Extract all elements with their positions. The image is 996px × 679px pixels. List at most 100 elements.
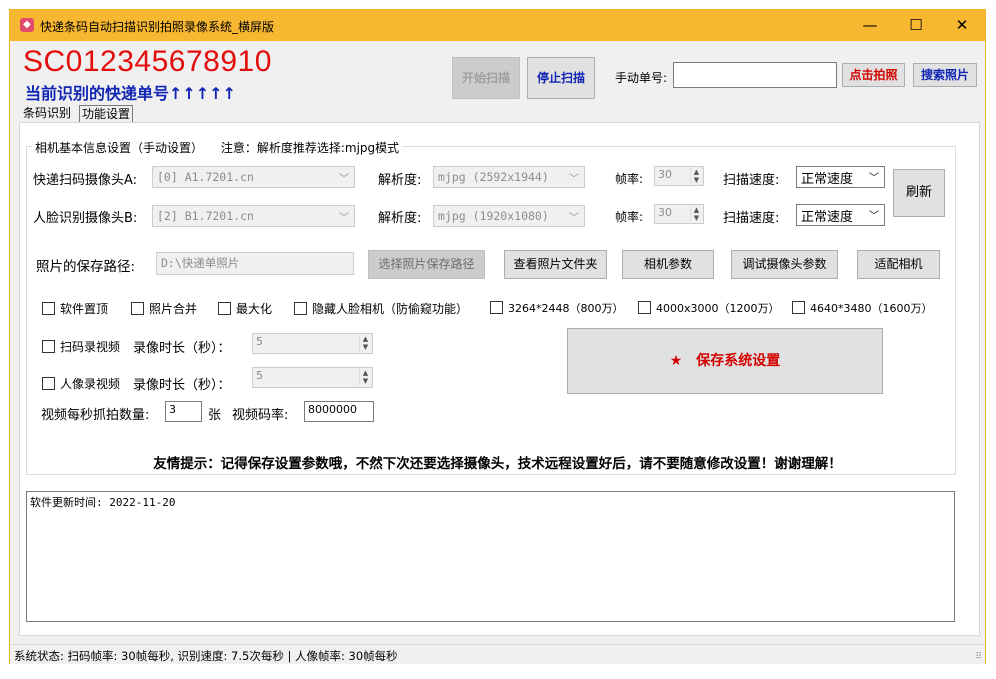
checkbox-box[interactable]: [490, 301, 503, 314]
refresh-button[interactable]: 刷新: [893, 169, 945, 217]
manual-number-label: 手动单号:: [615, 71, 668, 85]
checkbox-res-8mp[interactable]: 3264*2448（800万）: [490, 300, 623, 316]
friendly-tip: 友情提示：记得保存设置参数哦，不然下次还要选择摄像头，技术远程设置好后，请不要随…: [153, 456, 842, 472]
debug-camera-params-button[interactable]: 调试摄像头参数: [731, 250, 838, 279]
app-window: ◆ 快递条码自动扫描识别拍照录像系统_横屏版 — ☐ ✕ SC012345678…: [9, 9, 986, 664]
chevron-down-icon: ﹀: [569, 174, 579, 185]
resize-grip-icon[interactable]: ⠿: [975, 652, 982, 662]
fps-a-spinner[interactable]: 30 ▲ ▼: [654, 166, 704, 186]
scan-speed-a-label: 扫描速度:: [723, 173, 780, 188]
capture-unit: 张: [208, 408, 222, 423]
capture-per-sec-input[interactable]: 3: [165, 401, 202, 422]
checkbox-merge-photos[interactable]: 照片合并: [131, 300, 197, 317]
checkbox-box[interactable]: [42, 302, 55, 315]
maximize-button[interactable]: ☐: [893, 10, 939, 41]
spinner-arrows-icon[interactable]: ▲ ▼: [359, 335, 371, 351]
checkbox-box[interactable]: [792, 301, 805, 314]
tab-barcode[interactable]: 条码识别: [21, 105, 73, 122]
fps-b-label: 帧率:: [615, 210, 644, 224]
bitrate-input[interactable]: 8000000: [304, 401, 374, 422]
manual-number-input[interactable]: [673, 62, 837, 88]
checkbox-label: 4640*3480（1600万）: [810, 302, 933, 315]
choose-path-button[interactable]: 选择照片保存路径: [368, 250, 485, 279]
checkbox-box[interactable]: [42, 340, 55, 353]
minimize-button[interactable]: —: [847, 10, 893, 41]
adapt-camera-button[interactable]: 适配相机: [857, 250, 940, 279]
checkbox-label: 人像录视频: [60, 377, 121, 391]
resolution-a-label: 解析度:: [378, 173, 422, 188]
stop-scan-button[interactable]: 停止扫描: [527, 57, 595, 99]
close-button[interactable]: ✕: [939, 10, 985, 41]
log-textarea[interactable]: 软件更新时间: 2022-11-20: [26, 491, 955, 622]
checkbox-box[interactable]: [294, 302, 307, 315]
photo-path-input[interactable]: D:\快递单照片: [156, 252, 354, 275]
fps-b-spinner[interactable]: 30 ▲ ▼: [654, 204, 704, 224]
scan-speed-b-select[interactable]: 正常速度 ﹀: [796, 204, 885, 226]
group-note: 注意：解析度推荐选择:mjpg模式: [220, 141, 400, 155]
face-record-duration-value: 5: [256, 369, 263, 382]
title-bar[interactable]: ◆ 快递条码自动扫描识别拍照录像系统_横屏版 — ☐ ✕: [10, 10, 985, 41]
group-title-text: 相机基本信息设置（手动设置）: [35, 141, 204, 155]
save-settings-button[interactable]: ★ 保存系统设置: [567, 328, 883, 394]
photo-path-label: 照片的保存路径:: [36, 259, 136, 275]
resolution-b-value: mjpg (1920x1080): [438, 209, 549, 223]
tab-settings[interactable]: 功能设置: [79, 105, 134, 122]
checkbox-always-on-top[interactable]: 软件置顶: [42, 300, 108, 317]
checkbox-label: 3264*2448（800万）: [508, 302, 624, 315]
checkbox-scan-record[interactable]: 扫码录视频: [42, 338, 120, 355]
fps-a-value: 30: [658, 168, 672, 181]
camera-params-button[interactable]: 相机参数: [622, 250, 714, 279]
face-record-duration-label: 录像时长（秒）：: [133, 378, 231, 393]
checkbox-res-16mp[interactable]: 4640*3480（1600万）: [792, 300, 932, 316]
scan-record-duration-spinner[interactable]: 5 ▲ ▼: [252, 333, 373, 354]
checkbox-label: 扫码录视频: [60, 340, 121, 354]
status-bar: 系统状态: 扫码帧率: 30帧每秒, 识别速度: 7.5次每秒 | 人像帧率: …: [10, 644, 985, 664]
camera-b-label: 人脸识别摄像头B:: [33, 211, 138, 226]
resolution-a-select[interactable]: mjpg (2592x1944) ﹀: [433, 166, 585, 188]
app-icon: ◆: [20, 18, 34, 32]
search-photo-button[interactable]: 搜索照片: [913, 63, 977, 87]
resolution-b-select[interactable]: mjpg (1920x1080) ﹀: [433, 205, 585, 227]
checkbox-box[interactable]: [131, 302, 144, 315]
checkbox-box[interactable]: [638, 301, 651, 314]
view-folder-button[interactable]: 查看照片文件夹: [504, 250, 607, 279]
fps-b-value: 30: [658, 206, 672, 219]
scan-speed-a-select[interactable]: 正常速度 ﹀: [796, 166, 885, 188]
recognized-barcode: SC012345678910: [23, 45, 272, 78]
capture-per-sec-label: 视频每秒抓拍数量:: [41, 408, 150, 423]
status-text: 系统状态: 扫码帧率: 30帧每秒, 识别速度: 7.5次每秒 | 人像帧率: …: [14, 649, 398, 663]
checkbox-res-12mp[interactable]: 4000x3000（1200万）: [638, 300, 780, 316]
spinner-arrows-icon[interactable]: ▲ ▼: [690, 168, 702, 184]
checkbox-box[interactable]: [42, 377, 55, 390]
spinner-arrows-icon[interactable]: ▲ ▼: [359, 369, 371, 385]
checkbox-maximize[interactable]: 最大化: [218, 300, 272, 317]
chevron-down-icon: ﹀: [339, 174, 349, 185]
spinner-arrows-icon[interactable]: ▲ ▼: [690, 206, 702, 222]
bitrate-label: 视频码率:: [232, 408, 289, 423]
face-record-duration-spinner[interactable]: 5 ▲ ▼: [252, 367, 373, 388]
checkbox-box[interactable]: [218, 302, 231, 315]
scan-speed-b-value: 正常速度: [801, 210, 854, 225]
chevron-down-icon: ﹀: [869, 211, 879, 222]
checkbox-face-record[interactable]: 人像录视频: [42, 375, 120, 392]
checkbox-hide-face-camera[interactable]: 隐藏人脸相机（防偷窥功能）: [294, 300, 468, 317]
checkbox-label: 最大化: [236, 302, 273, 316]
checkbox-label: 软件置顶: [60, 302, 109, 316]
save-settings-label: 保存系统设置: [696, 353, 781, 369]
checkbox-label: 照片合并: [149, 302, 198, 316]
star-icon: ★: [669, 353, 683, 369]
take-photo-button[interactable]: 点击拍照: [842, 63, 905, 87]
start-scan-button[interactable]: 开始扫描: [452, 57, 520, 99]
camera-a-value: [0] A1.7201.cn: [157, 170, 254, 184]
scan-speed-b-label: 扫描速度:: [723, 211, 780, 226]
chevron-down-icon: ﹀: [569, 213, 579, 224]
camera-b-select[interactable]: [2] B1.7201.cn ﹀: [152, 205, 355, 227]
resolution-b-label: 解析度:: [378, 211, 422, 226]
checkbox-label: 隐藏人脸相机（防偷窥功能）: [312, 302, 469, 316]
resolution-a-value: mjpg (2592x1944): [438, 170, 549, 184]
scan-speed-a-value: 正常速度: [801, 172, 854, 187]
chevron-down-icon: ﹀: [339, 213, 349, 224]
camera-a-select[interactable]: [0] A1.7201.cn ﹀: [152, 166, 355, 188]
scan-record-duration-value: 5: [256, 335, 263, 348]
fps-a-label: 帧率:: [615, 172, 644, 186]
